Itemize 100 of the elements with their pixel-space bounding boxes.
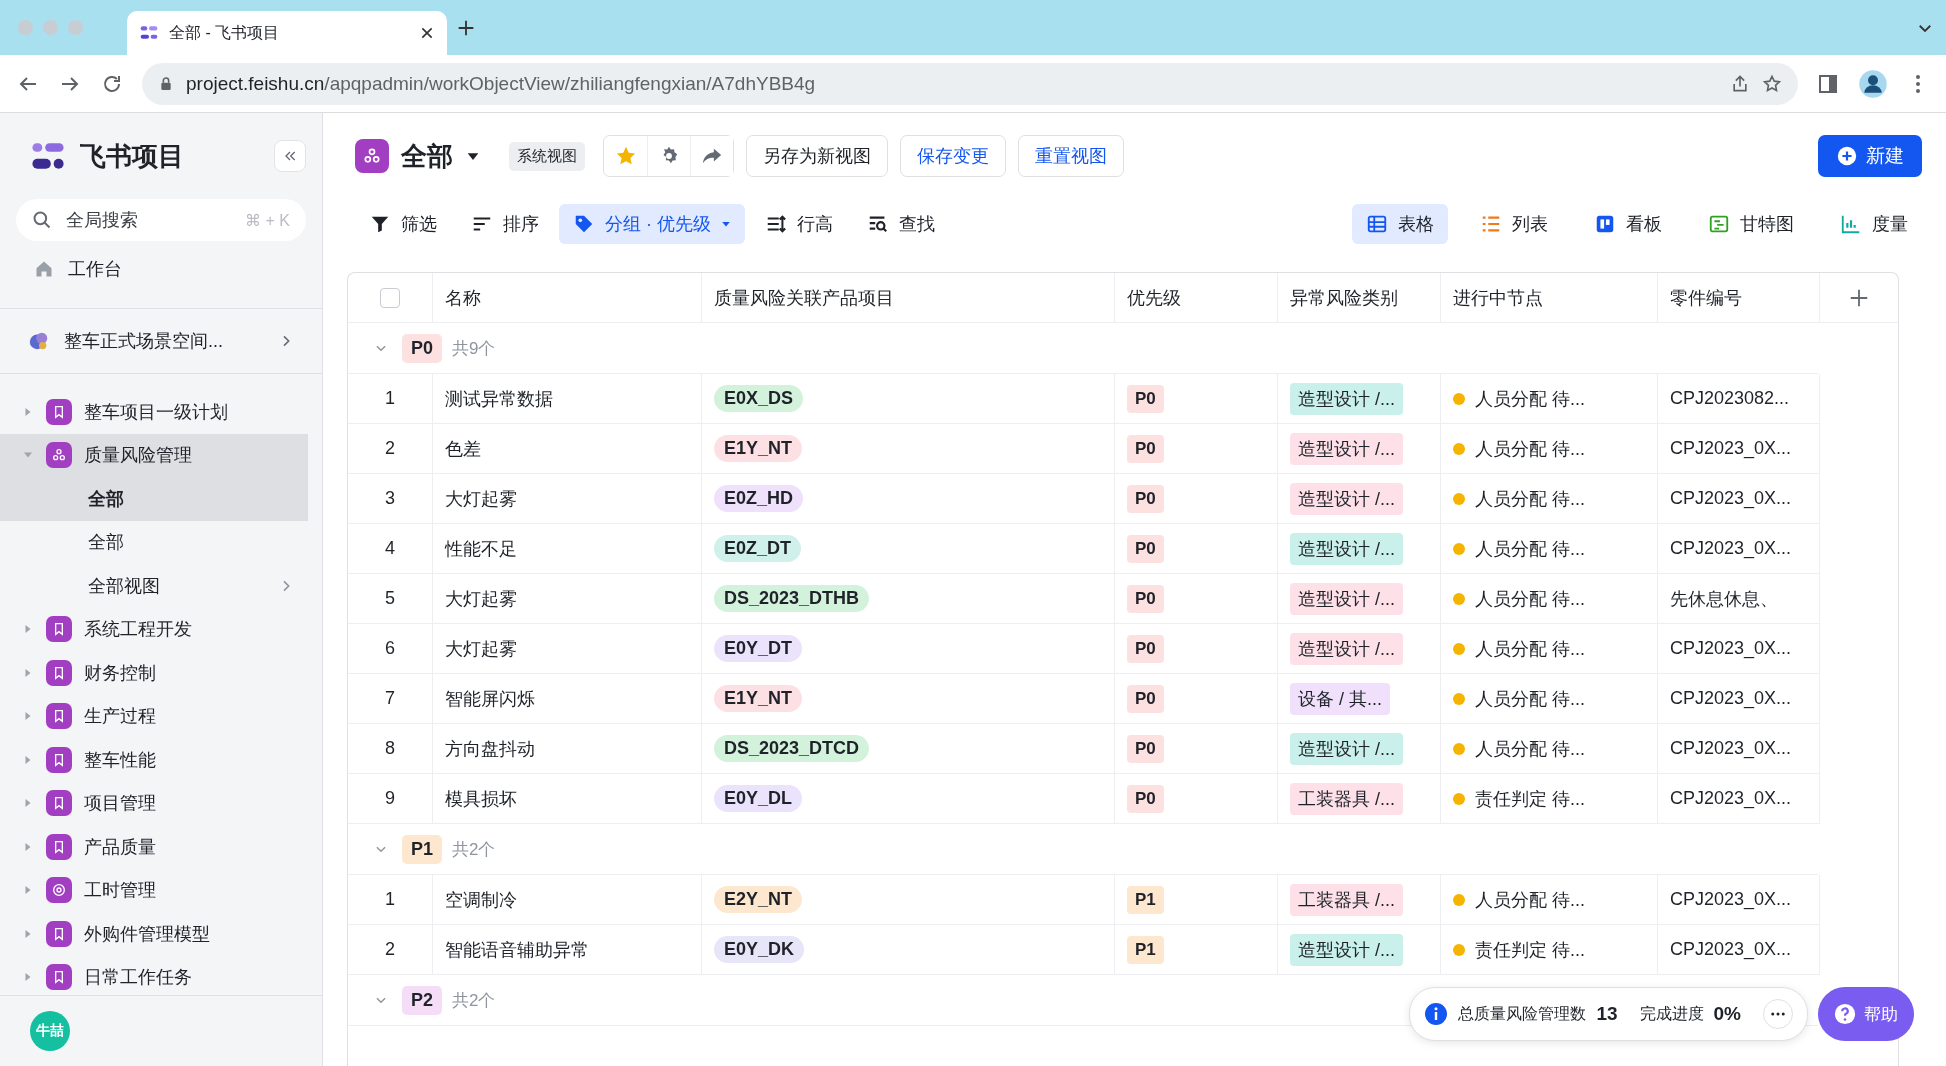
table-cell: CPJ2023_0X...: [1658, 474, 1820, 524]
view-item[interactable]: 全部视图: [0, 564, 308, 608]
bar-chart-icon: [1840, 213, 1862, 235]
gantt-icon: [1708, 213, 1730, 235]
toolbar-button[interactable]: 分组 · 优先级: [559, 204, 745, 244]
category-tag: 造型设计 /...: [1290, 732, 1403, 765]
select-all-checkbox[interactable]: [380, 287, 400, 308]
node-text: 人员分配 待...: [1475, 387, 1585, 411]
space-switcher[interactable]: 整车正式场景空间...: [0, 309, 322, 373]
project-icon: [46, 616, 72, 643]
project-item[interactable]: 项目管理: [0, 781, 308, 825]
toolbar-button[interactable]: 筛选: [355, 204, 451, 244]
node-text: 人员分配 待...: [1475, 587, 1585, 611]
category-tag: 工装器具 /...: [1290, 883, 1403, 916]
node-text: 人员分配 待...: [1475, 487, 1585, 511]
product-tag: E0X_DS: [714, 385, 804, 412]
column-header: 质量风险关联产品项目: [702, 273, 1115, 323]
project-item[interactable]: 生产过程: [0, 694, 308, 738]
close-icon[interactable]: [419, 25, 435, 41]
brand-name: 飞书项目: [80, 139, 185, 173]
project-item[interactable]: 日常工作任务: [0, 955, 308, 995]
column-header: 优先级: [1115, 273, 1278, 323]
priority-tag: P1: [1127, 885, 1164, 914]
priority-tag: P0: [1127, 684, 1164, 713]
lock-icon: [158, 75, 174, 92]
toolbar-button[interactable]: 查找: [853, 204, 949, 244]
list-icon: [1480, 213, 1502, 235]
share-icon[interactable]: [1730, 73, 1750, 94]
product-tag: DS_2023_DTCD: [714, 735, 870, 762]
view-action-button[interactable]: 另存为新视图: [746, 135, 888, 177]
collapse-button[interactable]: [274, 140, 306, 172]
plus-circle-icon: [1836, 145, 1858, 167]
help-button[interactable]: 帮助: [1818, 987, 1914, 1041]
table-cell: 方向盘抖动: [433, 724, 702, 774]
product-tag: E0Z_HD: [714, 485, 804, 512]
category-tag: 设备 / 其...: [1290, 682, 1390, 715]
project-item[interactable]: 质量风险管理: [0, 433, 308, 477]
category-tag: 造型设计 /...: [1290, 432, 1403, 465]
project-icon: [46, 964, 72, 991]
url-text: project.feishu.cn/apqpadmin/workObjectView/zhiliangfengxian/A7dhYBB4g: [186, 72, 816, 95]
node-text: 人员分配 待...: [1475, 537, 1585, 561]
node-text: 人员分配 待...: [1475, 687, 1585, 711]
row-number: 4: [348, 524, 433, 574]
column-header: 异常风险类别: [1278, 273, 1441, 323]
project-item[interactable]: 财务控制: [0, 651, 308, 695]
browser-tab[interactable]: 全部 - 飞书项目: [127, 11, 447, 55]
toolbar-button[interactable]: 行高: [751, 204, 847, 244]
project-item[interactable]: 外购件管理模型: [0, 912, 308, 956]
project-item[interactable]: 整车项目一级计划: [0, 390, 308, 434]
table-cell: CPJ2023_0X...: [1658, 875, 1820, 925]
view-action-button[interactable]: 重置视图: [1018, 135, 1124, 177]
row-number: 8: [348, 724, 433, 774]
column-header: 名称: [433, 273, 702, 323]
project-item[interactable]: 产品质量: [0, 825, 308, 869]
view-item[interactable]: 全部: [0, 477, 308, 521]
bookmark-star-icon[interactable]: [1762, 73, 1782, 94]
row-number: 2: [348, 925, 433, 975]
column-header: 进行中节点: [1441, 273, 1658, 323]
table-cell: 测试异常数据: [433, 374, 702, 424]
view-tab[interactable]: 列表: [1466, 204, 1562, 244]
view-tab[interactable]: 看板: [1580, 204, 1676, 244]
project-item[interactable]: 系统工程开发: [0, 607, 308, 651]
info-icon: [1424, 1002, 1449, 1026]
board-icon: [1594, 213, 1616, 235]
priority-tag: P0: [1127, 634, 1164, 663]
view-tab[interactable]: 表格: [1352, 204, 1448, 244]
table-cell: CPJ2023_0X...: [1658, 724, 1820, 774]
node-text: 人员分配 待...: [1475, 737, 1585, 761]
new-button[interactable]: 新建: [1818, 135, 1922, 177]
product-tag: DS_2023_DTHB: [714, 585, 870, 612]
project-item[interactable]: 工时管理: [0, 868, 308, 912]
table-cell: CPJ2023_0X...: [1658, 925, 1820, 975]
view-action-button[interactable]: 保存变更: [900, 135, 1006, 177]
table-cell: 模具损坏: [433, 774, 702, 824]
project-item[interactable]: 整车性能: [0, 738, 308, 782]
view-tab[interactable]: 甘特图: [1694, 204, 1808, 244]
summary-count: 13: [1596, 1003, 1618, 1025]
profile-avatar-icon[interactable]: [1858, 68, 1888, 99]
progress-value: 0%: [1713, 1003, 1741, 1025]
address-bar[interactable]: project.feishu.cn/apqpadmin/workObjectView/zhiliangfengxian/A7dhYBB4g: [142, 62, 1798, 105]
view-item[interactable]: 全部: [0, 520, 308, 564]
view-tab[interactable]: 度量: [1826, 204, 1922, 244]
group-label: P2: [402, 985, 443, 1015]
row-number: 3: [348, 474, 433, 524]
row-height-icon: [765, 213, 787, 235]
row-number: 1: [348, 374, 433, 424]
table-cell: CPJ2023_0X...: [1658, 774, 1820, 824]
priority-tag: P0: [1127, 584, 1164, 613]
product-tag: E1Y_NT: [714, 435, 803, 462]
project-icon: [46, 703, 72, 730]
category-tag: 造型设计 /...: [1290, 582, 1403, 615]
view-title: 全部: [401, 139, 453, 173]
table-cell: 智能语音辅助异常: [433, 925, 702, 975]
category-tag: 造型设计 /...: [1290, 482, 1403, 515]
product-tag: E0Z_DT: [714, 535, 802, 562]
group-label: P0: [402, 333, 443, 363]
workbench-item[interactable]: 工作台: [0, 247, 322, 291]
toolbar-button[interactable]: 排序: [457, 204, 553, 244]
share-button[interactable]: [690, 136, 733, 176]
home-icon: [34, 259, 54, 279]
